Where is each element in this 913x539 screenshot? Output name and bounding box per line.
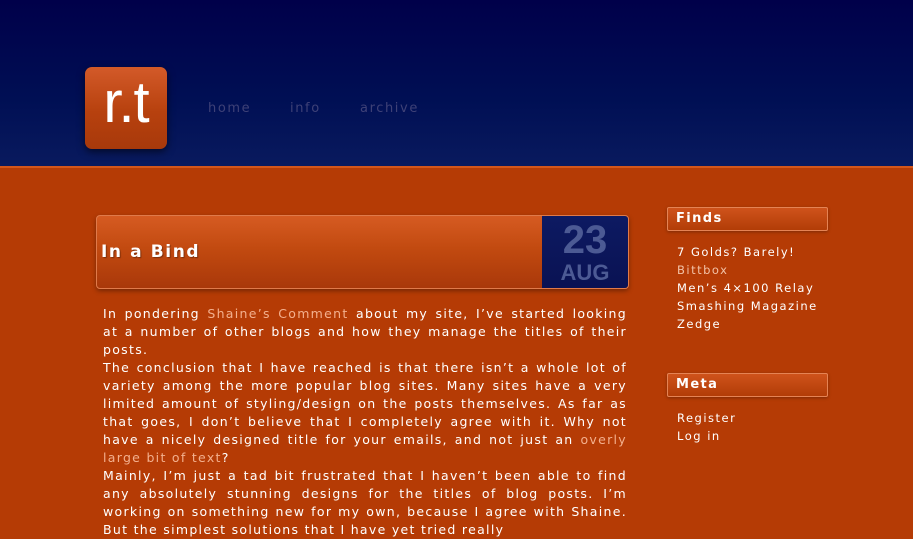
list-item: Log in	[677, 427, 736, 445]
nav-archive-link[interactable]: archive	[360, 101, 419, 116]
paragraph-text: In pondering	[103, 306, 208, 321]
list-item: Zedge	[677, 315, 818, 333]
nav-home-link[interactable]: home	[208, 101, 251, 116]
finds-widget-title: Finds	[667, 207, 828, 231]
post-title[interactable]: In a Bind	[101, 242, 200, 262]
site-logo[interactable]: r.t	[85, 67, 167, 149]
register-link[interactable]: Register	[677, 411, 736, 425]
post-date-month: AUG	[560, 260, 610, 285]
nav-info-link[interactable]: info	[290, 101, 321, 116]
post-paragraph: The conclusion that I have reached is th…	[103, 359, 627, 467]
post-paragraph: Mainly, I’m just a tad bit frustrated th…	[103, 467, 627, 539]
finds-link-7-golds[interactable]: 7 Golds? Barely!	[677, 245, 795, 259]
list-item: Smashing Magazine	[677, 297, 818, 315]
site-header: r.t home info archive	[0, 0, 913, 168]
meta-list: Register Log in	[677, 409, 736, 445]
paragraph-text: ?	[221, 450, 230, 465]
meta-widget-title: Meta	[667, 373, 828, 397]
list-item: 7 Golds? Barely!	[677, 243, 818, 261]
finds-link-relay[interactable]: Men’s 4×100 Relay	[677, 281, 814, 295]
login-link[interactable]: Log in	[677, 429, 721, 443]
paragraph-text: Mainly, I’m just a tad bit frustrated th…	[103, 468, 627, 537]
list-item: Men’s 4×100 Relay	[677, 279, 818, 297]
post-date-badge: 23 AUG	[542, 216, 628, 288]
post-body: In pondering Shaine’s Comment about my s…	[103, 305, 627, 539]
shaines-comment-link[interactable]: Shaine’s Comment	[207, 306, 348, 321]
post-paragraph: In pondering Shaine’s Comment about my s…	[103, 305, 627, 359]
list-item: Bittbox	[677, 261, 818, 279]
finds-link-bittbox[interactable]: Bittbox	[677, 263, 728, 277]
paragraph-text: The conclusion that I have reached is th…	[103, 360, 627, 447]
post-header: In a Bind 23 AUG	[96, 215, 629, 289]
post-date-day: 23	[562, 218, 608, 262]
finds-link-smashing-magazine[interactable]: Smashing Magazine	[677, 299, 818, 313]
finds-link-zedge[interactable]: Zedge	[677, 317, 721, 331]
finds-list: 7 Golds? Barely! Bittbox Men’s 4×100 Rel…	[677, 243, 818, 333]
list-item: Register	[677, 409, 736, 427]
